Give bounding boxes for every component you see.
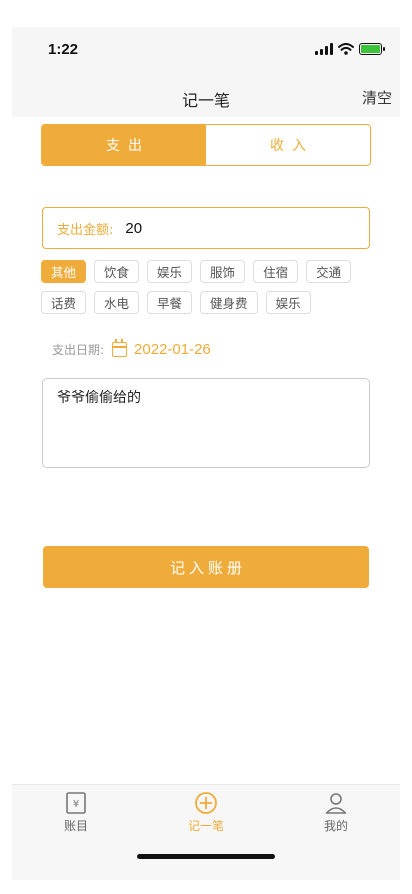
wifi-icon [338,43,354,55]
page-title: 记一笔 [181,91,230,110]
amount-input[interactable]: 20 [125,220,142,237]
tab-add-entry-label: 记一笔 [187,819,224,833]
note-textarea[interactable]: 爷爷偷偷给的 [42,378,370,468]
status-time: 1:22 [48,41,79,58]
tag-entertainment-2[interactable]: 娱乐 [265,291,311,314]
tab-profile[interactable]: 我的 [296,791,376,834]
tab-bar: ¥ 账目 记一笔 我的 [12,784,400,880]
tag-gym[interactable]: 健身费 [200,291,258,314]
tab-add-entry[interactable]: 记一笔 [166,791,246,834]
category-tags: 其他 饮食 娱乐 服饰 住宿 交通 话费 水电 早餐 健身费 娱乐 [41,260,381,314]
tab-income[interactable]: 收入 [206,125,370,165]
home-indicator [137,854,275,859]
clear-button[interactable]: 清空 [362,87,392,108]
calendar-icon [112,339,128,357]
add-circle-icon [195,792,217,814]
type-segment: 支出 收入 [41,124,371,166]
tag-entertainment[interactable]: 娱乐 [147,260,193,283]
date-label: 支出日期: [52,343,105,357]
user-icon [325,793,347,814]
tag-phone-bill[interactable]: 话费 [41,291,87,314]
cellular-signal-icon [315,43,333,55]
tag-transport[interactable]: 交通 [306,260,352,283]
app-screen: 1:22 记一笔 清空 支出 收入 支出金额: 20 其他 饮食 娱乐 服饰 住… [12,27,400,880]
top-bar: 1:22 记一笔 清空 [12,27,400,117]
tag-lodging[interactable]: 住宿 [253,260,299,283]
tag-food[interactable]: 饮食 [94,260,140,283]
submit-button[interactable]: 记入账册 [43,546,369,588]
amount-field[interactable]: 支出金额: 20 [42,207,370,249]
tab-ledger[interactable]: ¥ 账目 [36,791,116,834]
tab-profile-label: 我的 [323,819,348,833]
tag-utilities[interactable]: 水电 [94,291,140,314]
battery-icon [359,43,385,55]
date-value[interactable]: 2022-01-26 [134,341,211,358]
status-icons [315,43,385,55]
svg-text:¥: ¥ [73,799,79,810]
tag-other[interactable]: 其他 [41,260,87,283]
ledger-icon: ¥ [66,792,86,814]
tab-expense[interactable]: 支出 [42,125,206,165]
tag-clothing[interactable]: 服饰 [200,260,246,283]
date-row[interactable]: 支出日期: 2022-01-26 [52,339,211,358]
amount-label: 支出金额: [57,222,114,238]
tag-breakfast[interactable]: 早餐 [147,291,193,314]
tab-ledger-label: 账目 [63,819,88,833]
